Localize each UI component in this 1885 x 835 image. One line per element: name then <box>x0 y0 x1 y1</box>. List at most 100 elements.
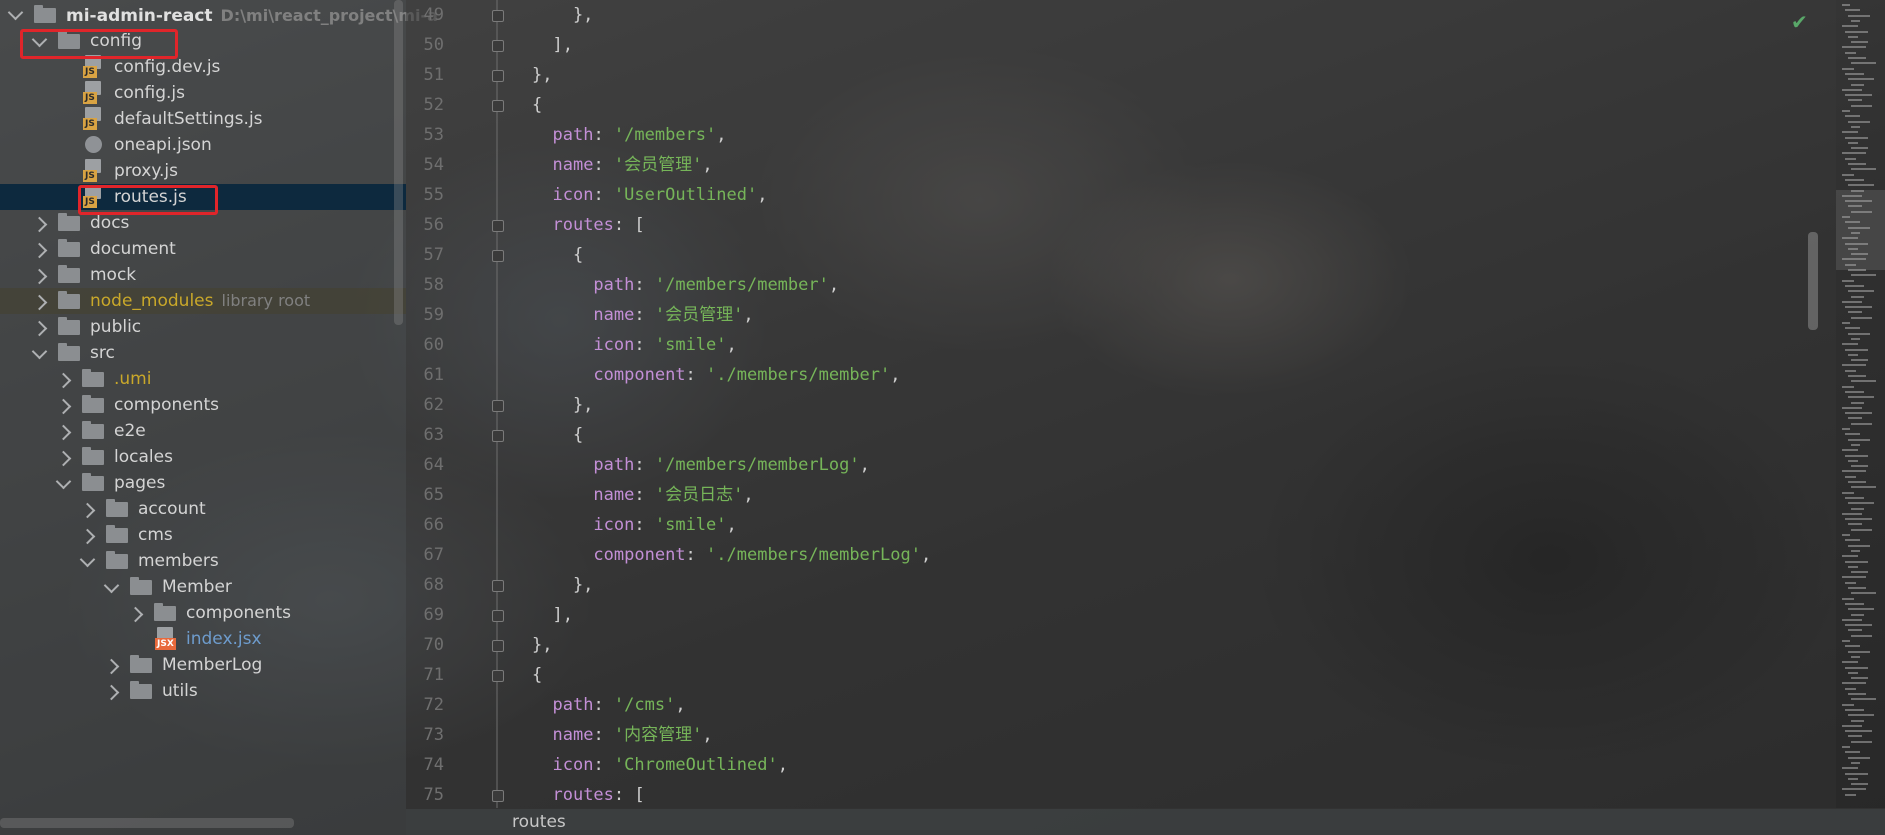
minimap-line <box>1842 322 1850 324</box>
minimap-line <box>1851 19 1860 22</box>
chevron-down-icon[interactable] <box>103 577 120 594</box>
chevron-right-icon[interactable] <box>55 424 72 441</box>
tree-item-proxy-js[interactable]: JS proxy.js <box>0 158 406 184</box>
tree-item-locales[interactable]: locales <box>0 444 406 470</box>
minimap-line <box>1845 433 1860 436</box>
tree-item-label: proxy.js <box>114 161 178 181</box>
check-icon[interactable]: ✔ <box>1791 12 1813 32</box>
chevron-right-icon[interactable] <box>31 320 48 337</box>
tree-vertical-scrollbar[interactable] <box>394 0 403 325</box>
chevron-right-icon[interactable] <box>55 398 72 415</box>
editor-scrollbar[interactable] <box>1808 232 1818 330</box>
tree-horizontal-scrollbar[interactable] <box>0 818 294 828</box>
fold-marker[interactable] <box>492 70 504 82</box>
fold-marker[interactable] <box>492 100 504 112</box>
tree-item-components[interactable]: components <box>0 392 406 418</box>
fold-marker[interactable] <box>492 430 504 442</box>
tree-item-public[interactable]: public <box>0 314 406 340</box>
tree-item-node-modules[interactable]: node_modules library root <box>0 288 406 314</box>
minimap-line <box>1845 136 1868 139</box>
fold-marker[interactable] <box>492 220 504 232</box>
project-tree-panel: mi-admin-react D:\mi\react_project\mi-a c… <box>0 0 438 835</box>
chevron-right-icon[interactable] <box>31 242 48 259</box>
code-line: 66 icon: 'smile', <box>406 510 1836 540</box>
tree-item-utils[interactable]: utils <box>0 678 406 704</box>
minimap-line <box>1851 189 1864 192</box>
tree-item-components[interactable]: components <box>0 600 406 626</box>
chevron-right-icon[interactable] <box>31 294 48 311</box>
chevron-right-icon[interactable] <box>31 268 48 285</box>
tree-item-memberlog[interactable]: MemberLog <box>0 652 406 678</box>
fold-marker[interactable] <box>492 400 504 412</box>
chevron-right-icon[interactable] <box>31 216 48 233</box>
code-editor[interactable]: 49 }, 50 ], 51}, 52{53 path: '/members', 54 … <box>406 0 1836 808</box>
tree-item-index-jsx[interactable]: JSX index.jsx <box>0 626 406 652</box>
minimap-line <box>1842 25 1858 28</box>
chevron-down-icon[interactable] <box>79 551 96 568</box>
code-text: name: '会员日志', <box>593 485 754 505</box>
tree-item-e2e[interactable]: e2e <box>0 418 406 444</box>
tree-item-umi[interactable]: .umi <box>0 366 406 392</box>
tree-item-pages[interactable]: pages <box>0 470 406 496</box>
tree-item-members[interactable]: members <box>0 548 406 574</box>
fold-marker[interactable] <box>492 10 504 22</box>
fold-marker[interactable] <box>492 40 504 52</box>
minimap-line <box>1848 57 1866 59</box>
folder-icon <box>82 369 104 387</box>
chevron-right-icon[interactable] <box>55 450 72 467</box>
minimap-line <box>1851 401 1864 404</box>
tree-item-label: cms <box>138 525 173 545</box>
minimap-line <box>1845 666 1868 669</box>
tree-item-oneapi-json[interactable]: JS oneapi.json <box>0 132 406 158</box>
minimap-line <box>1848 417 1862 420</box>
chevron-right-icon[interactable] <box>103 658 120 675</box>
chevron-right-icon[interactable] <box>79 528 96 545</box>
fold-marker[interactable] <box>492 670 504 682</box>
minimap[interactable] <box>1836 0 1885 808</box>
minimap-line <box>1848 544 1870 547</box>
tree-item-src[interactable]: src <box>0 340 406 366</box>
code-text: name: '会员管理', <box>593 305 754 325</box>
fold-marker[interactable] <box>492 790 504 802</box>
line-number: 54 <box>423 155 444 175</box>
minimap-line <box>1851 147 1868 150</box>
tree-item-label: pages <box>114 473 166 493</box>
minimap-line <box>1845 284 1864 287</box>
breadcrumb-item-routes[interactable]: routes <box>512 809 566 835</box>
tree-item-label: defaultSettings.js <box>114 109 263 129</box>
fold-marker[interactable] <box>492 580 504 592</box>
fold-marker[interactable] <box>492 250 504 262</box>
code-text: { <box>532 425 584 445</box>
minimap-line <box>1851 592 1876 595</box>
js-file-icon: JS <box>82 107 104 131</box>
chevron-right-icon[interactable] <box>55 372 72 389</box>
fold-marker[interactable] <box>492 640 504 652</box>
folder-icon <box>106 499 128 517</box>
chevron-right-icon[interactable] <box>79 502 96 519</box>
tree-item-member[interactable]: Member <box>0 574 406 600</box>
minimap-line <box>1842 534 1850 536</box>
tree-item-cms[interactable]: cms <box>0 522 406 548</box>
minimap-line <box>1848 523 1862 526</box>
chevron-right-icon[interactable] <box>103 684 120 701</box>
minimap-line <box>1851 571 1868 574</box>
tree-item-document[interactable]: document <box>0 236 406 262</box>
minimap-line <box>1842 110 1850 112</box>
minimap-line <box>1845 475 1856 478</box>
tree-item-mock[interactable]: mock <box>0 262 406 288</box>
chevron-down-icon[interactable] <box>55 473 72 490</box>
code-text: path: '/members/member', <box>593 275 840 295</box>
chevron-down-icon[interactable] <box>31 343 48 360</box>
minimap-line <box>1842 724 1862 727</box>
minimap-line <box>1848 35 1858 38</box>
minimap-line <box>1848 396 1874 399</box>
chevron-down-icon[interactable] <box>7 4 24 21</box>
tree-item-config-js[interactable]: JS config.js <box>0 80 406 106</box>
line-number: 50 <box>423 35 444 55</box>
chevron-right-icon[interactable] <box>127 606 144 623</box>
tree-item-defaultsettings-js[interactable]: JS defaultSettings.js <box>0 106 406 132</box>
code-line: 62 }, <box>406 390 1836 420</box>
tree-root-row[interactable]: mi-admin-react D:\mi\react_project\mi-a <box>0 0 438 31</box>
fold-marker[interactable] <box>492 610 504 622</box>
tree-item-account[interactable]: account <box>0 496 406 522</box>
